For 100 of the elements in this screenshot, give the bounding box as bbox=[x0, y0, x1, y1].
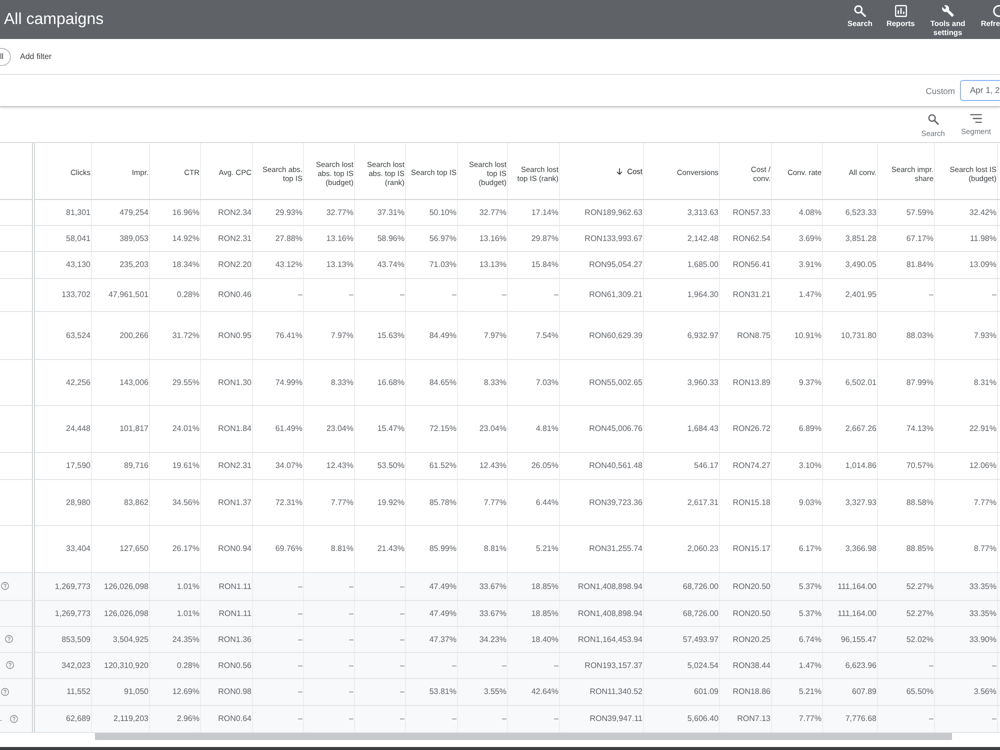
table-cell: – bbox=[303, 652, 354, 678]
table-cell: 18.40% bbox=[507, 626, 559, 652]
table-cell: 5.21% bbox=[771, 678, 822, 705]
table-cell: 2.96% bbox=[149, 705, 200, 732]
table-cell: 29.93% bbox=[252, 199, 303, 225]
table-cell: 3.55% bbox=[457, 678, 507, 705]
table-cell: 21.43% bbox=[354, 525, 405, 572]
table-cell: 3,960.33 bbox=[643, 359, 719, 405]
table-cell: 67.17% bbox=[877, 225, 934, 251]
table-cell: 26.17% bbox=[149, 525, 200, 572]
table-cell: RON7.13 bbox=[719, 705, 771, 732]
table-cell: 6.89% bbox=[771, 405, 822, 452]
table-cell: RON62.54 bbox=[719, 225, 771, 251]
table-cell: 4.81% bbox=[507, 405, 559, 452]
table-cell: 81,301 bbox=[33, 199, 91, 225]
table-cell: 33.35% bbox=[934, 600, 997, 626]
help-icon[interactable] bbox=[6, 661, 14, 669]
table-cell: 8.81% bbox=[303, 525, 354, 572]
table-cell: RON1,408,898.94 bbox=[559, 600, 643, 626]
table-cell: 1,684.43 bbox=[643, 405, 719, 452]
table-cell: RON38.44 bbox=[719, 652, 771, 678]
table-cell: 7.54% bbox=[507, 311, 559, 359]
table-cell: 76.41% bbox=[252, 311, 303, 359]
table-cell: RON193,157.37 bbox=[559, 652, 643, 678]
table-cell: RON1.36 bbox=[200, 626, 252, 652]
table-cell: 12.69% bbox=[149, 678, 200, 705]
help-icon[interactable] bbox=[5, 635, 13, 643]
table-cell: RON56.41 bbox=[719, 251, 771, 278]
table-cell: 15.47% bbox=[354, 405, 405, 452]
date-range-label: Custom bbox=[926, 86, 955, 96]
table-cell: 33,404 bbox=[33, 525, 91, 572]
table-cell: 1,269,773 bbox=[33, 572, 91, 600]
table-cell: 7.77% bbox=[934, 479, 997, 525]
table-cell: – bbox=[507, 705, 559, 732]
table-cell: – bbox=[354, 652, 405, 678]
table-cell: 83,862 bbox=[91, 479, 149, 525]
help-icon[interactable] bbox=[1, 582, 9, 590]
table-cell: 11.98% bbox=[934, 225, 997, 251]
table-cell: RON55,002.65 bbox=[559, 359, 643, 405]
table-cell: 61.52% bbox=[405, 452, 457, 479]
table-cell: 85.99% bbox=[405, 525, 457, 572]
table-cell: 27.88% bbox=[252, 225, 303, 251]
table-cell: RON1,408,898.94 bbox=[559, 572, 643, 600]
table-cell: 53.81% bbox=[405, 678, 457, 705]
table-cell: 53.50% bbox=[354, 452, 405, 479]
table-cell: 8.33% bbox=[457, 359, 507, 405]
table-cell: 111,164.00 bbox=[822, 600, 877, 626]
table-cell: RON60,629.39 bbox=[559, 311, 643, 359]
table-cell: 70.57% bbox=[877, 452, 934, 479]
table-cell: 74.13% bbox=[877, 405, 934, 452]
table-cell: 1,014.86 bbox=[822, 452, 877, 479]
table-cell: 24.01% bbox=[149, 405, 200, 452]
table-cell: 6,502.01 bbox=[822, 359, 877, 405]
table-cell: – bbox=[354, 705, 405, 732]
table-cell: RON1.84 bbox=[200, 405, 252, 452]
table-cell: RON15.17 bbox=[719, 525, 771, 572]
table-cell: 96,155.47 bbox=[822, 626, 877, 652]
table-cell: 13.16% bbox=[303, 225, 354, 251]
table-cell: 33.90% bbox=[934, 626, 997, 652]
table-cell: 5.37% bbox=[771, 600, 822, 626]
table-cell: 88.85% bbox=[877, 525, 934, 572]
table-cell: 7.77% bbox=[303, 479, 354, 525]
table-cell: 127,650 bbox=[91, 525, 149, 572]
help-icon[interactable] bbox=[1, 688, 9, 696]
table-cell: 34.07% bbox=[252, 452, 303, 479]
table-cell: 18.34% bbox=[149, 251, 200, 278]
table-cell: 71.03% bbox=[405, 251, 457, 278]
table-cell: 133,702 bbox=[33, 278, 91, 311]
table-cell: – bbox=[877, 705, 934, 732]
table-cell: – bbox=[507, 278, 559, 311]
table-cell: RON0.98 bbox=[200, 678, 252, 705]
table-cell: – bbox=[405, 705, 457, 732]
table-cell: 3.69% bbox=[771, 225, 822, 251]
table-cell: 88.03% bbox=[877, 311, 934, 359]
table-cell: RON26.72 bbox=[719, 405, 771, 452]
table-cell: 6.44% bbox=[507, 479, 559, 525]
table-cell: 7,776.68 bbox=[822, 705, 877, 732]
table-cell: 3.91% bbox=[771, 251, 822, 278]
table-cell: – bbox=[457, 705, 507, 732]
table-cell: 68,726.00 bbox=[643, 572, 719, 600]
table-cell: 32.77% bbox=[457, 199, 507, 225]
help-icon[interactable] bbox=[10, 714, 18, 722]
row-label: . bbox=[0, 714, 2, 723]
table-cell: 61.49% bbox=[252, 405, 303, 452]
table-cell: – bbox=[405, 652, 457, 678]
table-cell: RON8.75 bbox=[719, 311, 771, 359]
table-cell: 2,667.26 bbox=[822, 405, 877, 452]
table-cell: 3.10% bbox=[771, 452, 822, 479]
date-field[interactable]: Apr 1, 2 bbox=[960, 80, 1000, 101]
table-cell: 7.97% bbox=[303, 311, 354, 359]
table-cell: 3,366.98 bbox=[822, 525, 877, 572]
table-cell: 14.92% bbox=[149, 225, 200, 251]
table-cell: – bbox=[354, 572, 405, 600]
table-cell: 84.49% bbox=[405, 311, 457, 359]
table-cell: 2,119,203 bbox=[91, 705, 149, 732]
table-cell: 126,026,098 bbox=[91, 572, 149, 600]
filter-chip[interactable]: ll bbox=[0, 48, 11, 66]
table-cell: 6,623.96 bbox=[822, 652, 877, 678]
add-filter-link[interactable]: Add filter bbox=[20, 52, 52, 61]
table-cell: 7.77% bbox=[771, 705, 822, 732]
